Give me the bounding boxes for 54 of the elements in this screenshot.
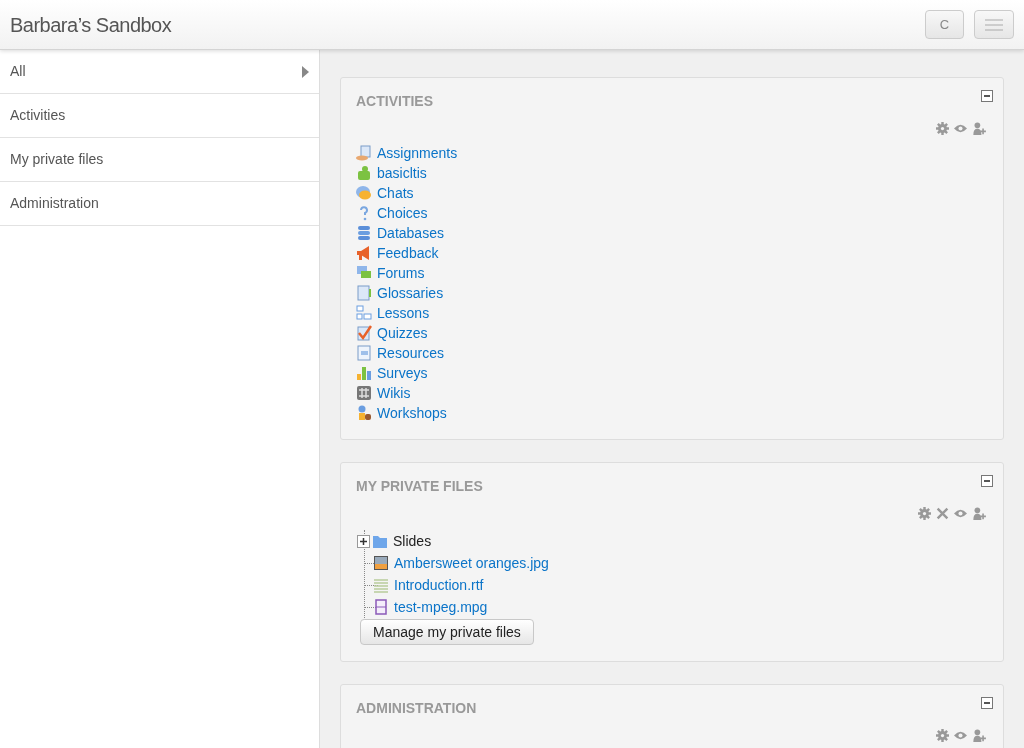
sidebar-item[interactable]: All xyxy=(0,50,319,94)
collapse-icon[interactable] xyxy=(981,90,993,102)
menu-icon xyxy=(985,18,1003,31)
manage-files-button[interactable]: Manage my private files xyxy=(360,619,534,645)
activity-link[interactable]: Workshops xyxy=(377,402,447,424)
settings-icon[interactable] xyxy=(918,507,931,520)
add-user-icon[interactable] xyxy=(972,729,986,742)
add-user-icon[interactable] xyxy=(972,122,986,135)
add-user-icon[interactable] xyxy=(972,507,986,520)
activity-link[interactable]: Databases xyxy=(377,222,444,244)
activity-link[interactable]: Assignments xyxy=(377,142,458,164)
file-link[interactable]: Introduction.rtf xyxy=(394,574,484,596)
expand-toggle-icon[interactable] xyxy=(357,534,370,548)
video-icon xyxy=(373,599,389,615)
file-link[interactable]: test-mpeg.mpg xyxy=(394,596,488,618)
activity-link[interactable]: basicltis xyxy=(377,162,427,184)
sidebar-item[interactable]: Activities xyxy=(0,94,319,138)
block-title: ACTIVITIES xyxy=(356,92,433,111)
file-link[interactable]: Ambersweet oranges.jpg xyxy=(394,552,549,574)
chat-icon xyxy=(356,185,372,201)
activity-link[interactable]: Resources xyxy=(377,342,444,364)
activity-link[interactable]: Quizzes xyxy=(377,322,428,344)
sidebar-item[interactable]: Administration xyxy=(0,182,319,226)
menu-button[interactable] xyxy=(974,10,1014,39)
forum-icon xyxy=(356,265,372,281)
toggle-button[interactable]: C xyxy=(925,10,964,39)
site-title[interactable]: Barbara’s Sandbox xyxy=(10,9,172,40)
activity-link[interactable]: Chats xyxy=(377,182,414,204)
eye-icon[interactable] xyxy=(954,507,967,520)
eye-icon[interactable] xyxy=(954,729,967,742)
quiz-icon xyxy=(356,325,372,341)
activity-link[interactable]: Choices xyxy=(377,202,428,224)
activity-link[interactable]: Feedback xyxy=(377,242,439,264)
folder-label[interactable]: Slides xyxy=(393,530,432,552)
feedback-icon xyxy=(356,245,372,261)
activity-link[interactable]: Glossaries xyxy=(377,282,444,304)
activity-link[interactable]: Forums xyxy=(377,262,425,284)
collapse-icon[interactable] xyxy=(981,697,993,709)
image-icon xyxy=(373,555,389,571)
document-icon xyxy=(373,577,389,593)
activity-link[interactable]: Lessons xyxy=(377,302,430,324)
eye-icon[interactable] xyxy=(954,122,967,135)
settings-icon[interactable] xyxy=(936,122,949,135)
survey-icon xyxy=(356,365,372,381)
collapse-icon[interactable] xyxy=(981,475,993,487)
sidebar-item[interactable]: My private files xyxy=(0,138,319,182)
caret-right-icon xyxy=(302,65,309,78)
close-icon[interactable] xyxy=(936,507,949,520)
folder-icon xyxy=(372,533,388,549)
settings-icon[interactable] xyxy=(936,729,949,742)
block-title: MY PRIVATE FILES xyxy=(356,477,483,496)
activity-link[interactable]: Surveys xyxy=(377,362,428,384)
activity-link[interactable]: Wikis xyxy=(377,382,411,404)
block-title: ADMINISTRATION xyxy=(356,699,477,718)
